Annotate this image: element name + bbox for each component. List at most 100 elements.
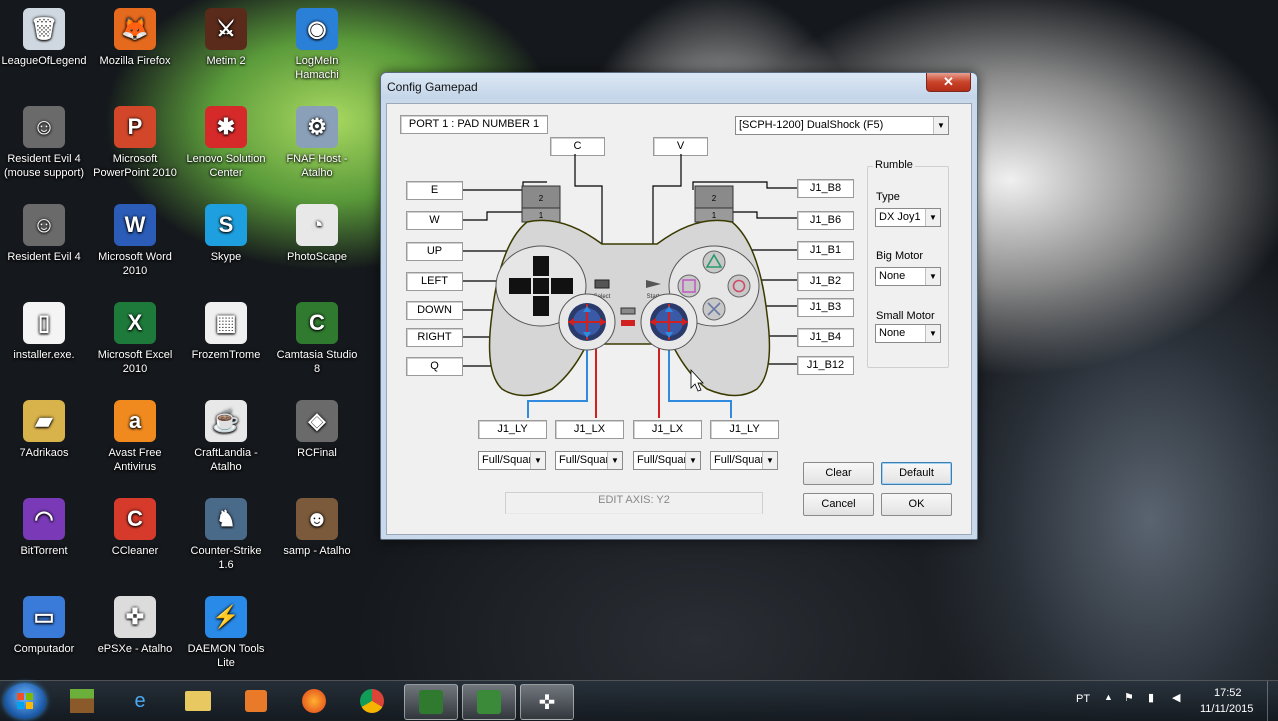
axis-mode-select-3[interactable]: Full/Squar ▼ <box>710 451 778 470</box>
button-map-left-6[interactable]: Q <box>406 357 463 376</box>
cancel-button[interactable]: Cancel <box>803 493 874 516</box>
desktop-icon[interactable]: ◠ BitTorrent <box>0 498 88 558</box>
desktop-icon-label: Skype <box>210 251 242 263</box>
start-button[interactable] <box>4 683 46 719</box>
desktop-icon-label: RCFinal <box>297 447 337 459</box>
desktop-icon[interactable]: a Avast Free Antivirus <box>91 400 179 474</box>
show-hidden-icons-icon[interactable]: ▲ <box>1104 692 1113 702</box>
desktop-icon[interactable]: ⚔ Metim 2 <box>182 8 270 68</box>
axis-map-3[interactable]: J1_LY <box>710 420 779 439</box>
app-icon: P <box>114 106 156 148</box>
chevron-down-icon: ▼ <box>925 325 940 342</box>
button-map-right-4[interactable]: J1_B3 <box>797 298 854 317</box>
app-icon: a <box>114 400 156 442</box>
desktop-icon-label: PhotoScape <box>287 251 347 263</box>
desktop-icon[interactable]: ▯ installer.exe. <box>0 302 88 362</box>
button-map-right-0[interactable]: J1_B8 <box>797 179 854 198</box>
axis-map-0[interactable]: J1_LY <box>478 420 547 439</box>
window-titlebar[interactable]: Config Gamepad ✕ <box>381 73 977 99</box>
app-icon: ◈ <box>296 400 338 442</box>
ok-button[interactable]: OK <box>881 493 952 516</box>
desktop-icon[interactable]: ♞ Counter-Strike 1.6 <box>182 498 270 572</box>
big-motor-select[interactable]: None ▼ <box>875 267 941 286</box>
small-motor-select[interactable]: None ▼ <box>875 324 941 343</box>
media-player-taskbar-icon[interactable] <box>230 684 282 718</box>
language-indicator[interactable]: PT <box>1076 693 1090 705</box>
rumble-title: Rumble <box>873 159 915 171</box>
clock-date[interactable]: 11/11/2015 <box>1200 703 1253 715</box>
desktop-icon[interactable]: ◈ RCFinal <box>273 400 361 460</box>
axis-map-2[interactable]: J1_LX <box>633 420 702 439</box>
desktop-icon[interactable]: ◉ LogMeIn Hamachi <box>273 8 361 82</box>
axis-mode-select-2[interactable]: Full/Squar ▼ <box>633 451 701 470</box>
button-map-left-2[interactable]: UP <box>406 242 463 261</box>
app-icon: S <box>205 204 247 246</box>
app-icon: 🦊 <box>114 8 156 50</box>
camtasia-taskbar-icon[interactable] <box>404 684 458 720</box>
desktop-icon[interactable]: W Microsoft Word 2010 <box>91 204 179 278</box>
axis-mode-select-0[interactable]: Full/Squar ▼ <box>478 451 546 470</box>
axis-map-1[interactable]: J1_LX <box>555 420 624 439</box>
desktop-icon[interactable]: ✜ ePSXe - Atalho <box>91 596 179 656</box>
volume-icon[interactable]: ◀ <box>1172 691 1180 704</box>
desktop-icon[interactable]: ☻ samp - Atalho <box>273 498 361 558</box>
rumble-type-select[interactable]: DX Joy1 ▼ <box>875 208 941 227</box>
file-explorer-taskbar-icon[interactable] <box>172 684 224 718</box>
action-center-icon[interactable]: ⚑ <box>1124 691 1134 704</box>
desktop-icon-label: Avast Free Antivirus <box>108 447 162 473</box>
desktop-icon[interactable]: ⚡ DAEMON Tools Lite <box>182 596 270 670</box>
desktop-icon[interactable]: ☺ Resident Evil 4 (mouse support) <box>0 106 88 180</box>
button-map-left-4[interactable]: DOWN <box>406 301 463 320</box>
chrome-taskbar-icon[interactable] <box>346 684 398 718</box>
close-button[interactable]: ✕ <box>926 73 971 92</box>
default-button[interactable]: Default <box>881 462 952 485</box>
app-icon: ◔ <box>296 204 338 246</box>
internet-explorer-taskbar-icon[interactable]: e <box>114 684 166 718</box>
axis-mode-value: Full/Squar <box>482 454 533 466</box>
desktop-icon[interactable]: ☕ CraftLandia - Atalho <box>182 400 270 474</box>
desktop-icon[interactable]: C CCleaner <box>91 498 179 558</box>
button-map-right-5[interactable]: J1_B4 <box>797 328 854 347</box>
camtasia-recorder-taskbar-icon[interactable] <box>462 684 516 720</box>
desktop-icon[interactable]: ▦ FrozemTrome <box>182 302 270 362</box>
button-map-left-5[interactable]: RIGHT <box>406 328 463 347</box>
button-map-right-6[interactable]: J1_B12 <box>797 356 854 375</box>
button-map-right-1[interactable]: J1_B6 <box>797 211 854 230</box>
clear-button[interactable]: Clear <box>803 462 874 485</box>
desktop-icon[interactable]: ☺ Resident Evil 4 <box>0 204 88 264</box>
desktop-icon[interactable]: ✱ Lenovo Solution Center <box>182 106 270 180</box>
show-desktop-button[interactable] <box>1267 681 1278 721</box>
desktop-icon-label: Microsoft Word 2010 <box>98 251 172 277</box>
desktop-icon[interactable]: X Microsoft Excel 2010 <box>91 302 179 376</box>
desktop-icon[interactable]: ⚙ FNAF Host - Atalho <box>273 106 361 180</box>
desktop-icon[interactable]: ▭ Computador <box>0 596 88 656</box>
network-icon[interactable]: ▮ <box>1148 691 1154 704</box>
app-icon: ⚔ <box>205 8 247 50</box>
clock-time[interactable]: 17:52 <box>1214 687 1242 699</box>
button-map-left-1[interactable]: W <box>406 211 463 230</box>
desktop-icon-label: installer.exe. <box>13 349 75 361</box>
desktop-icon[interactable]: 🗑 LeagueOfLegend <box>0 8 88 68</box>
minecraft-taskbar-icon[interactable] <box>56 684 108 718</box>
desktop-icon[interactable]: S Skype <box>182 204 270 264</box>
desktop-icon-label: Camtasia Studio 8 <box>276 349 358 375</box>
desktop-icon[interactable]: C Camtasia Studio 8 <box>273 302 361 376</box>
desktop-icon[interactable]: ▰ 7Adrikaos <box>0 400 88 460</box>
desktop-icon-label: samp - Atalho <box>283 545 351 557</box>
button-map-right-3[interactable]: J1_B2 <box>797 272 854 291</box>
button-map-right-2[interactable]: J1_B1 <box>797 241 854 260</box>
app-icon: ⚙ <box>296 106 338 148</box>
button-map-left-0[interactable]: E <box>406 181 463 200</box>
app-icon: W <box>114 204 156 246</box>
desktop-icon[interactable]: P Microsoft PowerPoint 2010 <box>91 106 179 180</box>
button-map-left-3[interactable]: LEFT <box>406 272 463 291</box>
app-icon: ☻ <box>296 498 338 540</box>
desktop-icon-label: Counter-Strike 1.6 <box>190 545 262 571</box>
big-motor-label: Big Motor <box>876 250 924 262</box>
epsxe-taskbar-icon[interactable]: ✜ <box>520 684 574 720</box>
desktop-icon[interactable]: 🦊 Mozilla Firefox <box>91 8 179 68</box>
axis-mode-value: Full/Squar <box>559 454 610 466</box>
firefox-taskbar-icon[interactable] <box>288 684 340 718</box>
desktop-icon[interactable]: ◔ PhotoScape <box>273 204 361 264</box>
axis-mode-select-1[interactable]: Full/Squar ▼ <box>555 451 623 470</box>
